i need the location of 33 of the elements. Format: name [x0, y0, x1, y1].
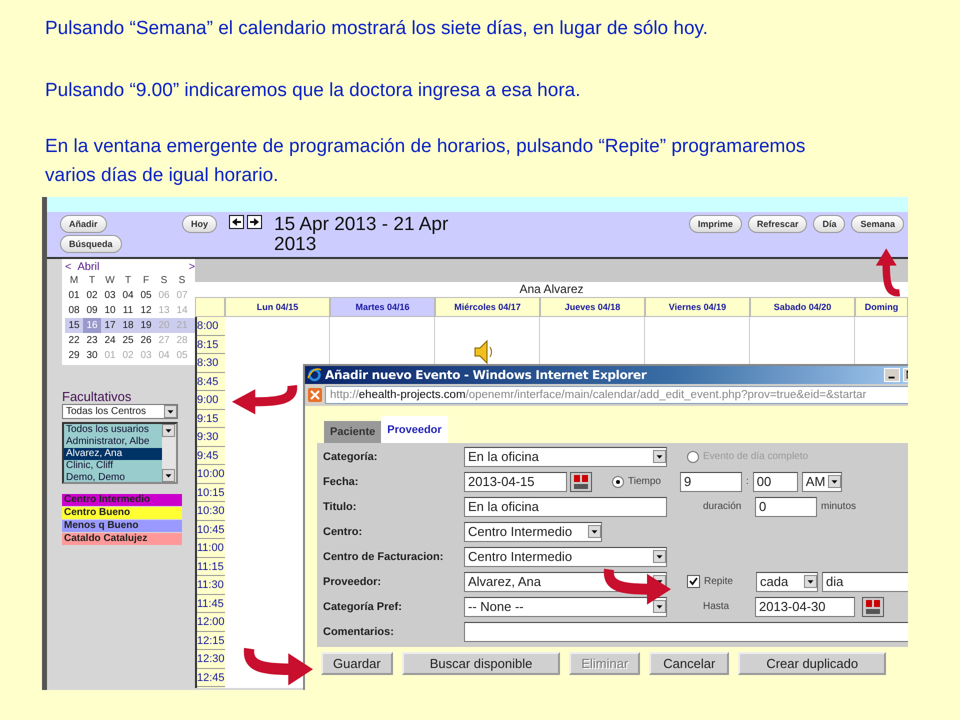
window-title: Añadir nuevo Evento - Windows Internet Explorer	[325, 368, 647, 382]
field-label: Centro de Facturacion:	[323, 550, 444, 562]
weekday-label: M	[68, 274, 80, 288]
unit-label: minutos	[821, 501, 856, 512]
instruction-text: Pulsando “9.00” indicaremos que la doctora ingresa a esa hora.	[45, 79, 582, 103]
weekday-label: W	[104, 274, 116, 288]
weekday-label: S	[178, 274, 186, 288]
section-title: Facultativos	[62, 389, 132, 404]
field-label: Categoría:	[323, 450, 378, 462]
time-separator: :	[746, 476, 749, 487]
legend-item: Menos q Bueno	[62, 520, 182, 532]
field-label: Fecha:	[323, 476, 360, 488]
field-label: Hasta	[703, 601, 730, 612]
weekday-label: T	[88, 274, 96, 288]
field-label: Comentarios:	[323, 626, 395, 638]
month-label: Abril	[76, 261, 100, 273]
checkbox-label: Repite	[704, 576, 734, 587]
field-label: Centro:	[323, 526, 364, 538]
date-range-title: 15 Apr 2013 - 21 Apr 2013	[274, 215, 450, 255]
radio-label: Tiempo	[628, 476, 662, 487]
instruction-text: En la ventana emergente de programación de horarios, pulsando “Repite” programaremos varios días de igual horario.	[45, 135, 806, 188]
field-label: Proveedor:	[323, 576, 382, 588]
provider-name: Ana Alvarez	[518, 282, 585, 297]
field-label: Categoría Pref:	[323, 600, 403, 612]
legend-item: Centro Bueno	[62, 507, 182, 519]
field-label: duración	[703, 501, 742, 512]
weekday-label: F	[142, 274, 150, 288]
field-label: Titulo:	[323, 500, 358, 512]
instruction-text: Pulsando “Semana” el calendario mostrará los siete días, en lugar de sólo hoy.	[45, 17, 709, 41]
legend-item: Cataldo Catalujez	[62, 533, 182, 545]
legend-item: Centro Intermedio	[62, 494, 182, 506]
weekday-label: S	[160, 274, 168, 288]
weekday-label: T	[124, 274, 132, 288]
